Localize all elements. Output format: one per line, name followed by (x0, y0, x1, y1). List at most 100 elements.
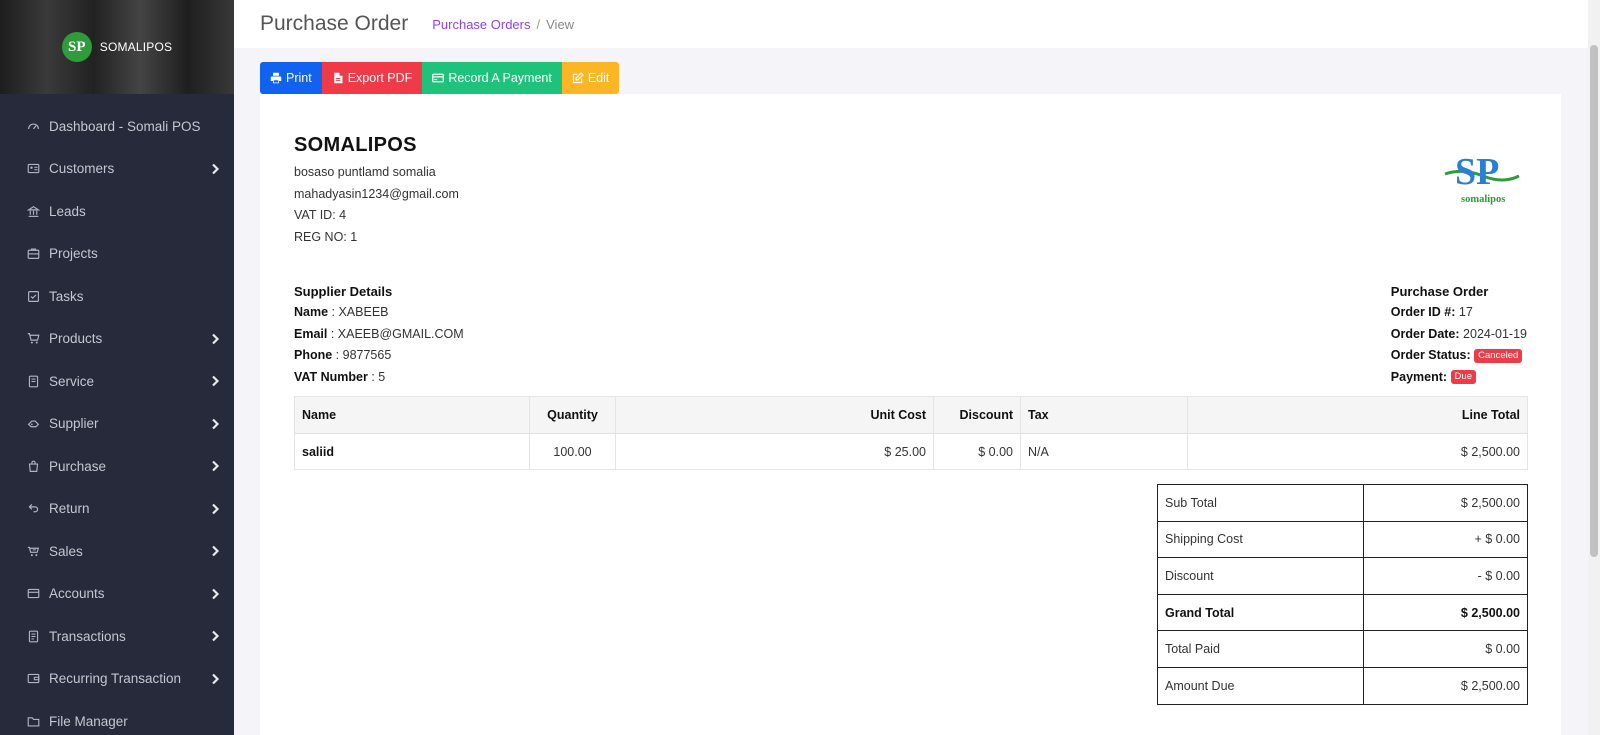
sidebar-item-tasks[interactable]: Tasks (0, 275, 234, 318)
order-id: 17 (1458, 305, 1473, 319)
chevron-right-icon (210, 673, 220, 685)
supplier-details: Supplier Details Name : XABEEB Email : X… (294, 284, 464, 388)
totals-table: Sub Total $ 2,500.00 Shipping Cost + $ 0… (1157, 484, 1528, 705)
chevron-right-icon (210, 333, 220, 345)
chevron-right-icon (210, 588, 220, 600)
brand-logo: SP (61, 32, 92, 62)
company-logo: SP somalipos (1444, 151, 1520, 205)
supplier-name-label: Name (294, 305, 329, 319)
items-table: Name Quantity Unit Cost Discount Tax Lin… (294, 396, 1528, 470)
order-date: 2024-01-19 (1463, 326, 1527, 341)
item-tax: N/A (1020, 433, 1188, 470)
company-vat: VAT ID: 4 (294, 208, 347, 223)
sidebar-item-products[interactable]: Products (0, 318, 234, 361)
total-paid-value: $ 0.00 (1363, 630, 1528, 668)
chevron-right-icon (210, 375, 220, 387)
supplier-vat-row: VAT Number : 5 (294, 369, 386, 384)
supplier-email-row: Email : XAEEB@GMAIL.COM (294, 326, 464, 341)
order-date-label: Order Date: (1390, 326, 1460, 341)
company-reg: REG NO: 1 (294, 230, 358, 245)
tasks-icon (26, 289, 40, 303)
sidebar-item-transactions[interactable]: Transactions (0, 615, 234, 658)
payment-status-label: Payment: (1390, 369, 1448, 384)
chevron-right-icon (210, 545, 220, 557)
projects-icon (26, 247, 40, 261)
sidebar-item-label: Recurring Transaction (49, 671, 182, 687)
total-paid-row: Total Paid $ 0.00 (1157, 630, 1528, 668)
sidebar-item-label: Products (49, 331, 103, 347)
page-scrollbar[interactable] (1588, 0, 1600, 735)
shipping-cost-label: Shipping Cost (1157, 520, 1364, 559)
credit-card-icon (432, 73, 445, 83)
sidebar-item-projects[interactable]: Projects (0, 233, 234, 276)
breadcrumb: Purchase Orders / View (432, 17, 574, 32)
sidebar-item-label: Sales (49, 543, 83, 559)
service-icon (26, 374, 40, 388)
col-header-line-total: Line Total (1187, 396, 1528, 434)
order-id-label: Order ID #: (1390, 305, 1456, 319)
sidebar-item-service[interactable]: Service (0, 360, 234, 403)
sidebar-item-purchase[interactable]: Purchase (0, 445, 234, 488)
breadcrumb-purchase-orders-link[interactable]: Purchase Orders (432, 17, 530, 32)
scrollbar-thumb[interactable] (1590, 45, 1598, 557)
page-title: Purchase Order (260, 12, 409, 35)
print-label: Print (286, 71, 312, 85)
chevron-right-icon (210, 630, 220, 642)
order-status-row: Order Status: Canceled (1391, 345, 1527, 367)
supplier-icon (26, 417, 40, 431)
item-quantity: 100.00 (529, 433, 616, 470)
sidebar-item-dashboard-somali-pos[interactable]: Dashboard - Somali POS (0, 105, 234, 148)
sidebar-item-label: Tasks (49, 288, 84, 304)
cart-icon (26, 332, 40, 346)
grand-total-row: Grand Total $ 2,500.00 (1157, 593, 1528, 632)
breadcrumb-current: View (546, 16, 575, 32)
item-discount: $ 0.00 (933, 433, 1021, 470)
record-payment-button[interactable]: Record A Payment (422, 62, 562, 94)
company-info: SOMALIPOS bosaso puntlamd somalia mahady… (294, 134, 459, 249)
sidebar-item-leads[interactable]: Leads (0, 190, 234, 233)
sidebar-item-supplier[interactable]: Supplier (0, 403, 234, 446)
page-header: Purchase Order Purchase Orders / View (234, 0, 1588, 48)
purchase-icon (26, 459, 40, 473)
total-paid-label: Total Paid (1157, 630, 1364, 668)
order-id-row: Order ID #: 17 (1391, 302, 1527, 324)
amount-due-label: Amount Due (1157, 666, 1364, 705)
col-header-unit-cost: Unit Cost (615, 396, 934, 434)
sidebar: SP SOMALIPOS Dashboard - Somali POS Custo… (0, 0, 234, 735)
edit-icon (572, 72, 584, 84)
brand[interactable]: SP SOMALIPOS (0, 0, 234, 94)
export-pdf-button[interactable]: Export PDF (321, 62, 423, 94)
supplier-vat-label: VAT Number (294, 369, 368, 384)
sidebar-item-file-manager[interactable]: File Manager (0, 700, 234, 735)
edit-label: Edit (587, 71, 610, 85)
table-row: saliid 100.00 $ 25.00 $ 0.00 N/A $ 2,500… (294, 433, 1528, 470)
sidebar-item-return[interactable]: Return (0, 488, 234, 531)
sidebar-item-label: Return (49, 501, 90, 517)
accounts-icon (26, 587, 40, 601)
sidebar-item-label: Customers (49, 161, 115, 177)
chevron-right-icon (210, 460, 220, 472)
logo-subtitle: somalipos (1461, 194, 1505, 205)
sidebar-menu: Dashboard - Somali POS Customers Leads Proj… (0, 94, 234, 735)
sidebar-item-recurring-transaction[interactable]: Recurring Transaction (0, 658, 234, 701)
edit-button[interactable]: Edit (561, 62, 620, 94)
order-date-row: Order Date: 2024-01-19 (1391, 324, 1527, 346)
order-status-badge: Canceled (1474, 348, 1523, 363)
sidebar-item-accounts[interactable]: Accounts (0, 573, 234, 616)
col-header-discount: Discount (933, 396, 1021, 434)
amount-due-row: Amount Due $ 2,500.00 (1157, 666, 1528, 705)
transactions-icon (26, 629, 40, 643)
sidebar-item-label: Projects (49, 246, 98, 262)
recurring-icon (26, 672, 40, 686)
sidebar-item-customers[interactable]: Customers (0, 148, 234, 191)
item-unit-cost: $ 25.00 (615, 433, 934, 470)
col-header-name: Name (294, 396, 530, 434)
purchase-order-card: SOMALIPOS bosaso puntlamd somalia mahady… (260, 94, 1561, 735)
print-button[interactable]: Print (260, 62, 322, 94)
sidebar-item-sales[interactable]: Sales (0, 530, 234, 573)
discount-row: Discount - $ 0.00 (1157, 557, 1528, 595)
action-toolbar: Print Export PDF Record A Payment Edit (260, 62, 620, 94)
sub-total-value: $ 2,500.00 (1363, 484, 1528, 522)
supplier-email: XAEEB@GMAIL.COM (337, 326, 464, 341)
col-header-tax: Tax (1020, 396, 1188, 434)
